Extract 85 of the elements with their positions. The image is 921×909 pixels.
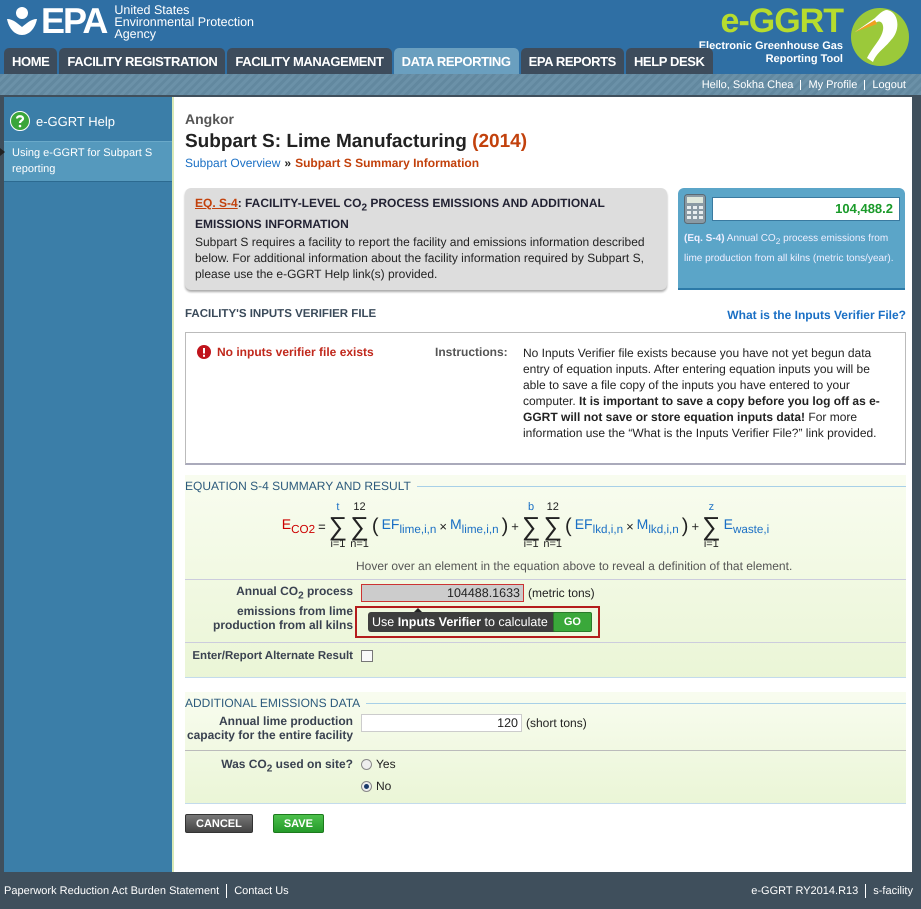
radio-button[interactable] [361,758,372,770]
breadcrumb-link[interactable]: Subpart S Summary Information [295,156,480,170]
instructions-text: No Inputs Verifier file exists because you have not yet begun data entry of equation inputs. After entering equation inputs you will be able to save a file copy of the inputs you have entered to your computer. It is important to save a copy before you log off as e-GGRT will not save or store equation inputs data! For more information use the “What is the Inputs Verifier File?” link provided. [523,345,881,442]
agency-name: Environmental Protection [114,16,254,28]
breadcrumb-link[interactable]: Subpart Overview [185,156,280,170]
summation-sign: ∑ [543,514,562,538]
equation-term[interactable]: EF$_{lime,i,n}$ [382,516,436,536]
summation-sign: ∑ [702,514,721,538]
breadcrumb-separator: » [284,156,292,170]
facility-name: Angkor [185,111,235,127]
capacity-field[interactable]: 120 [361,714,522,732]
agency-name: Agency [114,28,158,40]
user-link[interactable]: My Profile [808,78,858,90]
field-label: Annual lime production capacity for the entire facility [186,714,353,742]
radio-label: Yes [376,757,396,772]
action-button[interactable]: SAVE [272,814,324,834]
calculator-icon [684,194,706,224]
sum-upper-limit: z [708,501,714,514]
sidebar-title: e-GGRT Help [36,114,115,128]
epa-logo-text: EPA [41,3,106,39]
sum-upper-limit: 12 [353,501,366,514]
equation-operator: + [691,518,700,534]
info-heading: EQ. S-4: FACILITY-LEVEL CO$_{2}$ PROCESS EMISSIONS AND ADDITIONAL EMISSIONS INFORMATION [195,195,606,232]
equation-term[interactable]: EF$_{lkd,i,n}$ [574,516,624,536]
user-greeting: Hello, Sokha Chea [702,78,794,90]
field-label: Was CO$_{2}$ used on site? [220,757,353,777]
equation-term[interactable]: E$_{waste,i}$ [724,516,770,536]
summation-sign: ∑ [350,514,369,538]
radio-label: No [376,779,392,794]
equation-term[interactable]: E$_{CO2}$ [282,516,316,536]
equation-operator: × [626,518,634,534]
equation-term[interactable]: M$_{lime,i,n}$ [450,516,499,536]
footer-text: s-facility [873,884,913,896]
section-title: ADDITIONAL EMISSIONS DATA [185,696,360,710]
radio-button[interactable] [361,780,372,792]
user-link[interactable]: Logout [872,78,906,90]
page-title: Subpart S: Lime Manufacturing [185,131,467,152]
error-icon [197,345,211,360]
help-icon [10,111,30,131]
equation-parenthesis: ) [502,514,508,538]
footer-text: e-GGRT RY2014.R13 [751,884,858,896]
summation-sign: ∑ [522,514,540,538]
footer-link[interactable]: Paperwork Reduction Act Burden Statement [4,884,220,896]
equation-hint: Hover over an element in the equation above to reveal a definition of that element. [355,558,794,576]
equation-operator: × [439,518,447,534]
equation-parenthesis: ( [565,514,572,538]
nav-tab[interactable]: FACILITY MANAGEMENT [227,48,392,74]
agency-name: United States [114,4,190,16]
go-button[interactable]: GO [552,612,592,632]
tool-logo-text: e-GGRT [720,2,843,40]
section-title: FACILITY'S INPUTS VERIFIER FILE [185,308,376,322]
tool-subtitle: Reporting Tool [766,53,843,66]
info-text: Subpart S requires a facility to report the facility and emissions information described below. For additional information about the facility information required by Subpart S, please use the e-GGRT Help link(s) provided. [195,234,646,282]
reporting-year: (2014) [472,131,528,152]
nav-tab[interactable]: DATA REPORTING [394,48,519,74]
result-value: 104,488.2 [712,197,900,221]
help-link[interactable]: What is the Inputs Verifier File? [727,308,906,322]
nav-tab[interactable]: HELP DESK [626,48,713,74]
tooltip-text: Use Inputs Verifier to calculate [372,615,549,630]
footer-link[interactable]: Contact Us [234,884,289,896]
sum-upper-limit: b [528,501,534,514]
field-label: Annual CO$_{2}$ process emissions from lime production from all kilns [212,584,353,634]
section-title: EQUATION S-4 SUMMARY AND RESULT [185,479,411,494]
instructions-label: Instructions: [435,345,509,362]
equation-parenthesis: ( [372,514,379,538]
action-button[interactable]: CANCEL [185,814,253,834]
result-field[interactable]: 104488.1633 [361,584,524,602]
unit-label: (metric tons) [528,586,595,600]
equation-parenthesis: ) [682,514,688,538]
sum-upper-limit: t [336,501,340,514]
equation-link[interactable]: EQ. S-4 [195,196,238,210]
result-caption: (Eq. S-4) Annual CO$_{2}$ process emissions from lime production from all kilns (metric tons/year). [684,232,895,266]
equation-operator: = [318,518,326,534]
nav-tab[interactable]: FACILITY REGISTRATION [59,48,226,74]
equation-operator: + [511,518,519,534]
epa-logo-icon [5,5,39,37]
equation-term[interactable]: M$_{lkd,i,n}$ [636,516,679,536]
summation-sign: ∑ [328,514,348,538]
field-label: Enter/Report Alternate Result [191,649,353,664]
status-message: No inputs verifier file exists [217,345,374,360]
nav-tab[interactable]: HOME [4,48,58,74]
checkbox[interactable] [361,650,373,662]
nav-tab[interactable]: EPA REPORTS [520,48,624,74]
sum-upper-limit: 12 [546,501,559,514]
unit-label: (short tons) [526,716,587,730]
